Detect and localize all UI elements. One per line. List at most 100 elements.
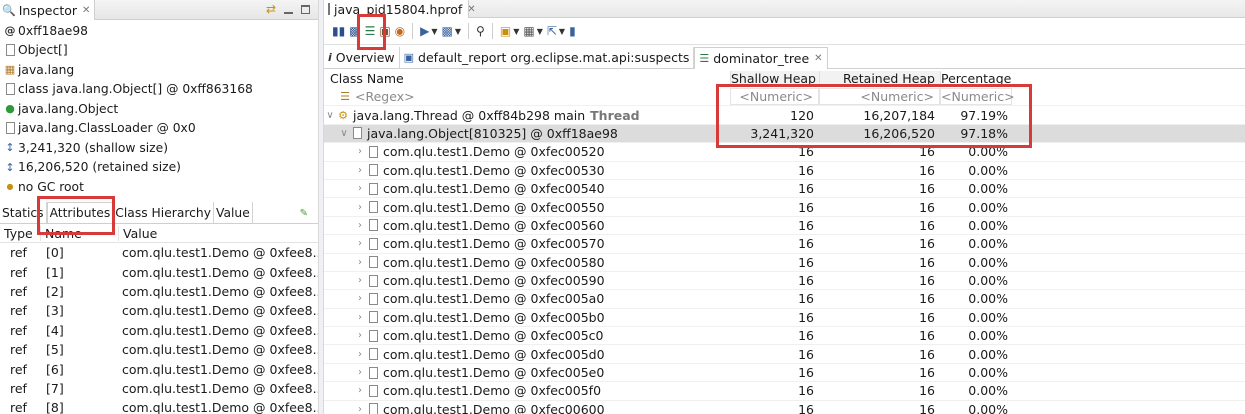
chevron-right-icon[interactable]: › <box>354 165 366 176</box>
table-row[interactable]: ref [3] com.qlu.test1.Demo @ 0xfee8... <box>0 301 318 320</box>
name-cell: [0] <box>46 245 64 261</box>
chevron-right-icon[interactable]: › <box>354 146 366 157</box>
table-row[interactable]: › com.qlu.test1.Demo @ 0xfec00560 16 16 0.00… <box>324 217 1245 236</box>
chevron-right-icon[interactable]: › <box>354 312 366 323</box>
tab-attributes[interactable]: Attributes <box>46 202 114 223</box>
demo-object-name-cell: › com.qlu.test1.Demo @ 0xfec00570 <box>324 236 730 251</box>
chevron-right-icon[interactable]: › <box>354 349 366 360</box>
class-loader-row[interactable]: java.lang.ClassLoader @ 0x0 <box>0 119 318 139</box>
chevron-right-icon[interactable]: › <box>354 220 366 231</box>
dominator-tree-icon: ☰ <box>699 51 710 65</box>
chevron-right-icon[interactable]: › <box>354 367 366 378</box>
table-row[interactable]: ref [6] com.qlu.test1.Demo @ 0xfee8... <box>0 359 318 378</box>
table-row[interactable]: › com.qlu.test1.Demo @ 0xfec00600 16 16 0.00… <box>324 401 1245 414</box>
percentage-cell: 0.00% <box>968 328 1008 344</box>
overview-icon[interactable]: ▮▮ <box>332 22 345 40</box>
chevron-right-icon[interactable]: › <box>354 330 366 341</box>
chevron-right-icon[interactable]: › <box>354 293 366 304</box>
column-header-name[interactable]: Name <box>40 225 118 241</box>
chevron-down-icon[interactable]: ∨ <box>324 110 336 121</box>
close-icon[interactable]: ✕ <box>467 4 475 15</box>
table-row[interactable]: ref [8] com.qlu.test1.Demo @ 0xfee8... <box>0 398 318 414</box>
table-row[interactable]: › com.qlu.test1.Demo @ 0xfec005c0 16 16 0.00… <box>324 327 1245 346</box>
maximize-icon[interactable] <box>301 4 310 14</box>
table-row[interactable]: › com.qlu.test1.Demo @ 0xfec005f0 16 16 0.00… <box>324 382 1245 401</box>
column-header-retained-heap[interactable]: Retained Heap <box>819 71 940 86</box>
chevron-right-icon[interactable]: › <box>354 238 366 249</box>
inspector-view-tab[interactable]: 🔍 Inspector ✕ <box>0 0 95 20</box>
table-row[interactable]: › com.qlu.test1.Demo @ 0xfec00580 16 16 0.00… <box>324 254 1245 272</box>
editor-tab-hprof[interactable]: java_pid15804.hprof ✕ <box>324 0 476 18</box>
shallow-size-row: ↕ 3,241,320 (shallow size) <box>0 138 318 158</box>
table-row[interactable]: ref [5] com.qlu.test1.Demo @ 0xfee8... <box>0 340 318 359</box>
chevron-right-icon[interactable]: › <box>354 275 366 286</box>
table-row[interactable]: ref [7] com.qlu.test1.Demo @ 0xfee8... <box>0 379 318 398</box>
table-row[interactable]: › com.qlu.test1.Demo @ 0xfec00590 16 16 0.00… <box>324 272 1245 291</box>
object-address-row[interactable]: @ 0xff18ae98 <box>0 21 318 41</box>
minimize-icon[interactable] <box>284 5 293 14</box>
tab-statics[interactable]: Statics <box>0 202 47 223</box>
thread-row[interactable]: ∨ ⚙ java.lang.Thread @ 0xff84b298 main T… <box>324 106 1245 125</box>
size-icon: ↕ <box>5 141 15 155</box>
close-icon[interactable]: ✕ <box>82 5 90 16</box>
table-row[interactable]: › com.qlu.test1.Demo @ 0xfec00550 16 16 0.00… <box>324 198 1245 217</box>
query-browser-icon[interactable]: ▩ ▼ <box>442 22 462 40</box>
column-header-shallow-heap[interactable]: Shallow Heap <box>730 71 819 86</box>
inspector-view: 🔍 Inspector ✕ ⇄ @ 0xff18ae98 Object[] ▦ … <box>0 0 318 414</box>
chevron-down-icon[interactable]: ∨ <box>338 128 350 139</box>
chevron-right-icon[interactable]: › <box>354 257 366 268</box>
dominator-tree-icon[interactable]: ☰ <box>365 22 376 40</box>
calculate-retained-icon[interactable]: ▦ ▼ <box>523 22 543 40</box>
chevron-right-icon[interactable]: › <box>354 183 366 194</box>
regex-filter-input[interactable]: <Regex> <box>355 89 415 104</box>
histogram-icon[interactable]: ▩ <box>349 22 360 40</box>
chevron-right-icon[interactable]: › <box>354 385 366 396</box>
close-icon[interactable]: ✕ <box>814 53 822 64</box>
run-report-icon[interactable]: ▶ ▼ <box>420 22 437 40</box>
super-class-row[interactable]: ● java.lang.Object <box>0 99 318 119</box>
column-header-value[interactable]: Value <box>118 225 318 241</box>
thread-overview-icon[interactable]: ◉ <box>395 22 405 40</box>
pin-icon[interactable]: ✎ <box>300 208 308 219</box>
table-row[interactable]: › com.qlu.test1.Demo @ 0xfec005d0 16 16 0.00… <box>324 345 1245 364</box>
chevron-right-icon[interactable]: › <box>354 202 366 213</box>
tab-default-report[interactable]: ▣ default_report org.eclipse.mat.api:sus… <box>400 46 695 69</box>
percentage-filter-input[interactable]: <Numeric> <box>940 88 1015 106</box>
filter-name-cell[interactable]: ☰ <Regex> <box>324 89 730 104</box>
table-row[interactable]: ref [1] com.qlu.test1.Demo @ 0xfee8... <box>0 262 318 281</box>
chevron-right-icon[interactable]: › <box>354 404 366 414</box>
editor-page-tabs: i Overview ▣ default_report org.eclipse.… <box>324 46 1245 69</box>
table-row[interactable]: › com.qlu.test1.Demo @ 0xfec005a0 16 16 0.00… <box>324 290 1245 309</box>
tab-class-hierarchy[interactable]: Class Hierarchy <box>113 202 214 223</box>
column-header-class-name[interactable]: Class Name <box>324 71 730 86</box>
table-row[interactable]: › com.qlu.test1.Demo @ 0xfec00530 16 16 0.00… <box>324 162 1245 180</box>
class-name-row[interactable]: Object[] <box>0 41 318 61</box>
tab-overview[interactable]: i Overview <box>324 46 400 69</box>
table-row[interactable]: › com.qlu.test1.Demo @ 0xfec005b0 16 16 0.00… <box>324 309 1245 328</box>
sync-icon[interactable]: ⇄ <box>266 2 276 16</box>
chart-icon[interactable]: ▮ <box>569 22 576 40</box>
shallow-heap-filter-input[interactable]: <Numeric> <box>730 88 819 106</box>
class-object-row[interactable]: class java.lang.Object[] @ 0xff863168 <box>0 80 318 100</box>
search-icon[interactable]: ⚲ <box>476 22 485 40</box>
table-row[interactable]: › com.qlu.test1.Demo @ 0xfec00570 16 16 0.00… <box>324 235 1245 254</box>
table-row[interactable]: › com.qlu.test1.Demo @ 0xfec00540 16 16 0.00… <box>324 180 1245 199</box>
table-row[interactable]: › com.qlu.test1.Demo @ 0xfec00520 16 16 0.00… <box>324 143 1245 162</box>
oql-icon[interactable]: ▣ <box>379 22 390 40</box>
table-row[interactable]: ref [4] com.qlu.test1.Demo @ 0xfee8... <box>0 321 318 340</box>
object-array-row[interactable]: ∨ java.lang.Object[810325] @ 0xff18ae98 … <box>324 124 1245 144</box>
demo-object-name: com.qlu.test1.Demo @ 0xfec00530 <box>383 162 605 178</box>
object-file-icon <box>366 164 380 177</box>
tab-value[interactable]: Value <box>214 202 253 223</box>
tab-dominator-tree[interactable]: ☰ dominator_tree ✕ <box>694 46 828 69</box>
column-header-percentage[interactable]: Percentage <box>940 71 1012 86</box>
retained-heap-filter-input[interactable]: <Numeric> <box>819 88 940 106</box>
group-by-icon[interactable]: ▣ ▼ <box>500 22 520 40</box>
table-row[interactable]: ref [2] com.qlu.test1.Demo @ 0xfee8... <box>0 282 318 301</box>
table-row[interactable]: › com.qlu.test1.Demo @ 0xfec005e0 16 16 0.00… <box>324 364 1245 383</box>
column-header-type[interactable]: Type <box>0 226 40 241</box>
table-row[interactable]: ref [0] com.qlu.test1.Demo @ 0xfee8... <box>0 243 318 262</box>
package-row[interactable]: ▦ java.lang <box>0 60 318 80</box>
retained-heap-cell: 16 <box>919 236 935 252</box>
export-icon[interactable]: ⇱ ▼ <box>547 22 565 40</box>
